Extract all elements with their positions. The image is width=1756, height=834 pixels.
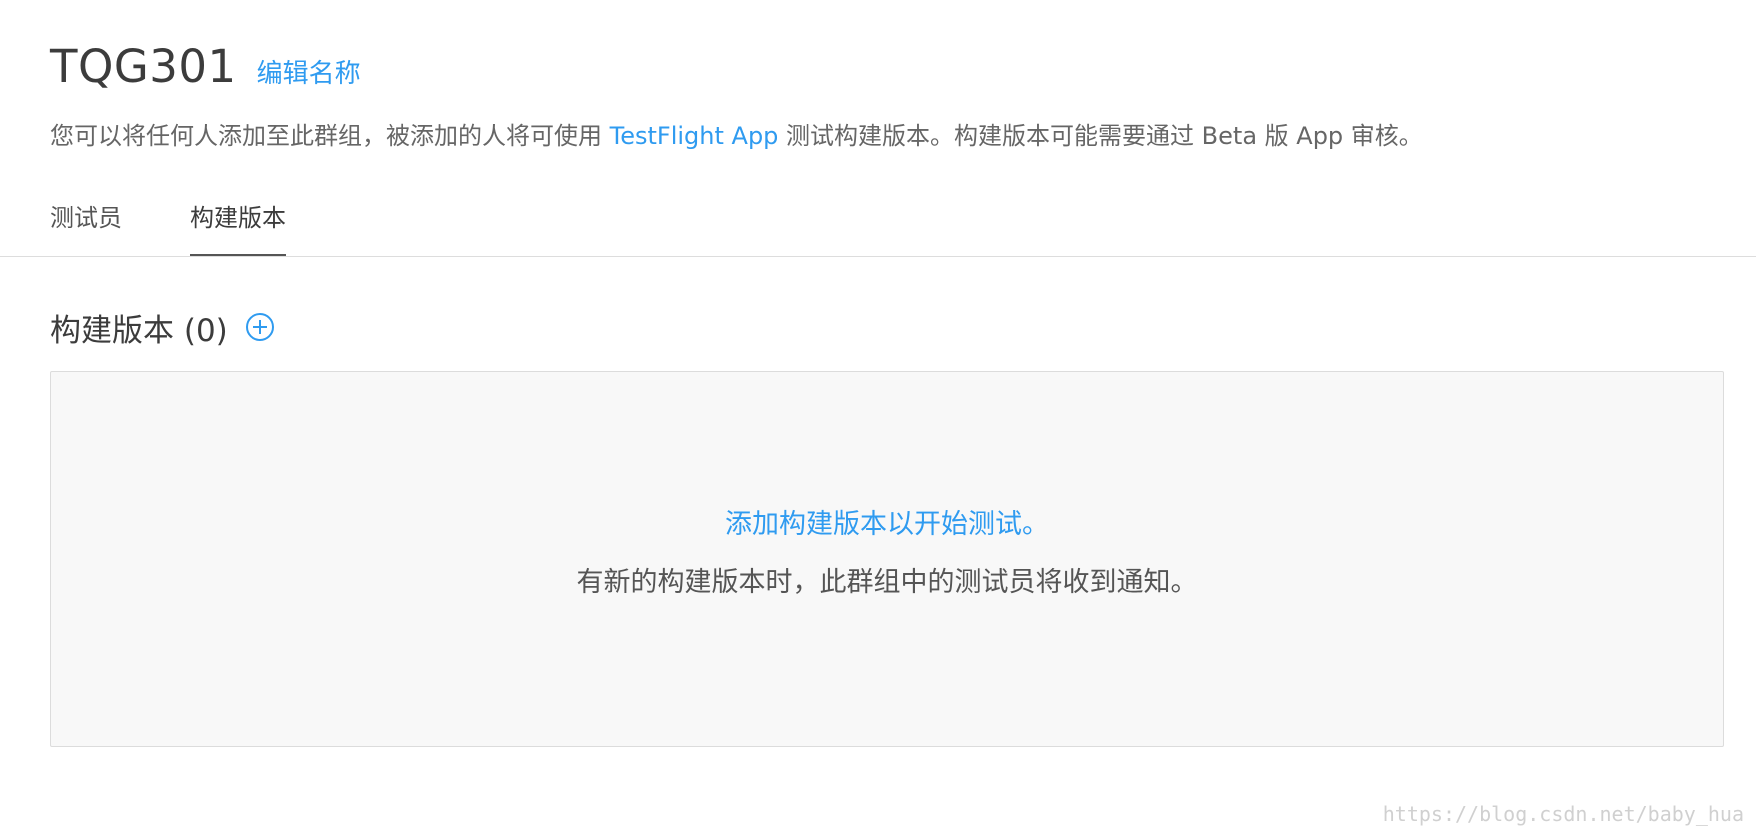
watermark: https://blog.csdn.net/baby_hua	[1382, 802, 1744, 826]
tab-testers[interactable]: 测试员	[50, 190, 122, 256]
group-title: TQG301	[50, 40, 237, 93]
tab-builds[interactable]: 构建版本	[190, 190, 286, 256]
add-build-link[interactable]: 添加构建版本以开始测试。	[51, 502, 1723, 541]
group-description: 您可以将任何人添加至此群组，被添加的人将可使用 TestFlight App 测…	[50, 116, 1700, 151]
builds-section-title: 构建版本 (0)	[50, 312, 228, 349]
tabs-divider	[0, 256, 1756, 257]
plus-circle-icon[interactable]	[244, 311, 276, 343]
builds-empty-state: 添加构建版本以开始测试。 有新的构建版本时，此群组中的测试员将收到通知。	[50, 371, 1724, 747]
builds-section-header: 构建版本 (0)	[50, 303, 276, 351]
tab-bar: 测试员 构建版本	[50, 190, 354, 256]
empty-state-note: 有新的构建版本时，此群组中的测试员将收到通知。	[576, 567, 1198, 598]
testflight-app-link[interactable]: TestFlight App	[610, 122, 779, 150]
description-text-after: 测试构建版本。构建版本可能需要通过 Beta 版 App 审核。	[778, 122, 1423, 150]
description-text-before: 您可以将任何人添加至此群组，被添加的人将可使用	[50, 122, 610, 150]
title-row: TQG301 编辑名称	[50, 40, 1700, 100]
group-header: TQG301 编辑名称 您可以将任何人添加至此群组，被添加的人将可使用 Test…	[50, 40, 1700, 151]
edit-name-link[interactable]: 编辑名称	[257, 53, 361, 90]
